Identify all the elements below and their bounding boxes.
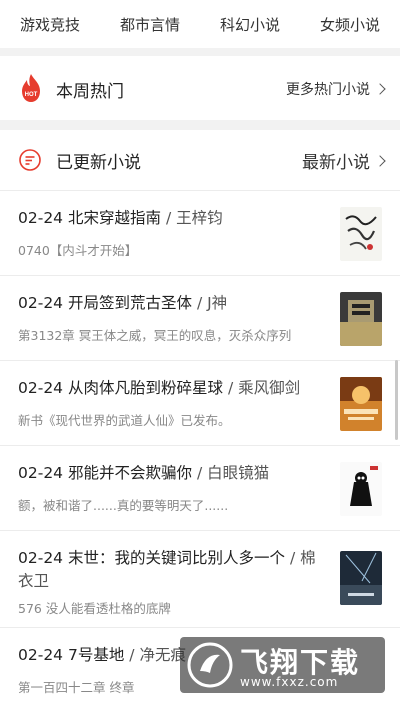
scrollbar[interactable] — [395, 360, 398, 440]
more-hot-label: 更多热门小说 — [286, 82, 370, 98]
novel-row[interactable]: 02-24 北宋穿越指南 / 王梓钧 0740【内斗才开始】 — [0, 191, 400, 276]
novel-author: 净无痕 — [139, 646, 186, 664]
tab-game[interactable]: 游戏竞技 — [20, 14, 80, 35]
novel-list: 02-24 北宋穿越指南 / 王梓钧 0740【内斗才开始】 02-24 开局签… — [0, 191, 400, 712]
section-gap — [0, 48, 400, 56]
novel-title: 从肉体凡胎到粉碎星球 — [67, 379, 223, 397]
novel-date: 02-24 — [18, 294, 64, 312]
hot-fire-icon: HOT — [22, 74, 40, 102]
novel-cover — [340, 292, 382, 346]
chevron-right-icon — [374, 83, 386, 95]
novel-date: 02-24 — [18, 209, 64, 227]
novel-title-line: 02-24 末世：我的关键词比别人多一个 / 棉衣卫 — [18, 549, 316, 590]
novel-date: 02-24 — [18, 549, 64, 567]
novel-title: 邪能并不会欺骗你 — [67, 464, 192, 482]
latest-novels-label: 最新小说 — [302, 153, 370, 173]
more-hot-link[interactable]: 更多热门小说 — [286, 79, 386, 99]
novel-title: 末世：我的关键词比别人多一个 — [67, 549, 285, 567]
tab-female[interactable]: 女频小说 — [320, 14, 380, 35]
novel-row[interactable]: 02-24 末世：我的关键词比别人多一个 / 棉衣卫 576 没人能看透杜格的底… — [0, 531, 400, 628]
novel-title: 北宋穿越指南 — [67, 209, 161, 227]
weekly-hot-section: HOT 本周热门 更多热门小说 — [0, 56, 400, 120]
latest-novels-link[interactable]: 最新小说 — [302, 148, 386, 173]
novel-date: 02-24 — [18, 464, 64, 482]
novel-cover — [340, 207, 382, 261]
novel-cover — [340, 462, 382, 516]
novel-author: J神 — [207, 294, 228, 312]
novel-latest-chapter: 576 没人能看透杜格的底牌 — [18, 601, 171, 616]
watermark: 飞翔下载 www.fxxz.com — [180, 637, 385, 693]
novel-row[interactable]: 02-24 从肉体凡胎到粉碎星球 / 乘风御剑 新书《现代世界的武道人仙》已发布… — [0, 361, 400, 446]
novel-latest-chapter: 新书《现代世界的武道人仙》已发布。 — [18, 413, 231, 428]
watermark-url: www.fxxz.com — [240, 675, 339, 689]
novel-row[interactable]: 02-24 邪能并不会欺骗你 / 白眼镜猫 额，被和谐了......真的要等明天… — [0, 446, 400, 531]
novel-cover — [340, 551, 382, 605]
novel-title: 开局签到荒古圣体 — [67, 294, 192, 312]
list-icon — [19, 149, 41, 171]
novel-cover — [340, 377, 382, 431]
updated-header: 已更新小说 最新小说 — [0, 130, 400, 191]
novel-latest-chapter: 额，被和谐了......真的要等明天了...... — [18, 498, 229, 513]
tab-scifi[interactable]: 科幻小说 — [220, 14, 280, 35]
novel-author: 乘风御剑 — [238, 379, 301, 397]
novel-date: 02-24 — [18, 646, 64, 664]
watermark-logo-icon — [187, 642, 233, 688]
weekly-hot-title: 本周热门 — [56, 82, 124, 102]
novel-title-line: 02-24 开局签到荒古圣体 / J神 — [18, 294, 228, 312]
updated-title: 已更新小说 — [56, 153, 141, 173]
tab-urban[interactable]: 都市言情 — [120, 14, 180, 35]
updated-novels-section: 已更新小说 最新小说 02-24 北宋穿越指南 / 王梓钧 0740【内斗才开始… — [0, 130, 400, 712]
novel-date: 02-24 — [18, 379, 64, 397]
novel-author: 白眼镜猫 — [207, 464, 270, 482]
hot-badge-text: HOT — [25, 92, 38, 98]
novel-latest-chapter: 第3132章 冥王体之威，冥王的叹息，灭杀众序列 — [18, 328, 292, 343]
category-tabs: 游戏竞技 都市言情 科幻小说 女频小说 — [0, 0, 400, 49]
novel-title-line: 02-24 邪能并不会欺骗你 / 白眼镜猫 — [18, 464, 270, 482]
novel-title: 7号基地 — [67, 646, 125, 664]
novel-row[interactable]: 02-24 开局签到荒古圣体 / J神 第3132章 冥王体之威，冥王的叹息，灭… — [0, 276, 400, 361]
novel-latest-chapter: 0740【内斗才开始】 — [18, 243, 138, 258]
novel-author: 王梓钧 — [176, 209, 223, 227]
novel-title-line: 02-24 从肉体凡胎到粉碎星球 / 乘风御剑 — [18, 379, 301, 397]
novel-title-line: 02-24 北宋穿越指南 / 王梓钧 — [18, 209, 223, 227]
chevron-right-icon — [374, 154, 386, 167]
